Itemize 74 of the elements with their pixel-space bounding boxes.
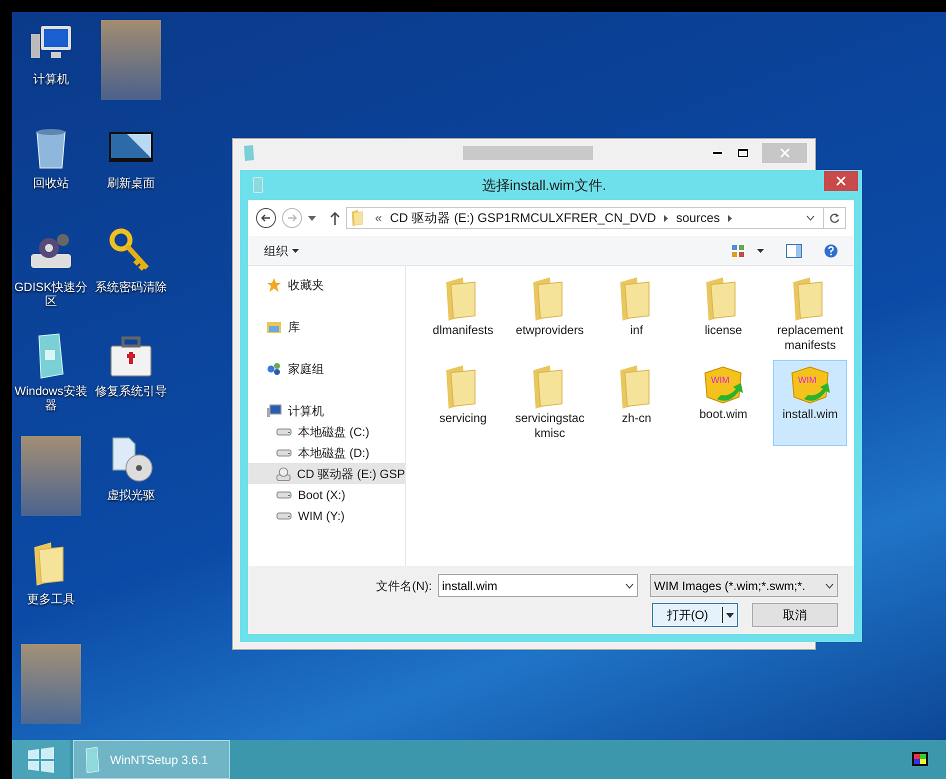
color-palette-icon[interactable]: [912, 752, 928, 768]
help-icon[interactable]: [824, 244, 838, 258]
preview-pane-icon[interactable]: [786, 244, 802, 258]
nav-item[interactable]: 本地磁盘 (D:): [248, 442, 405, 463]
file-item[interactable]: servicing: [426, 360, 500, 446]
file-item[interactable]: replacementmanifests: [773, 272, 848, 358]
close-button[interactable]: [824, 171, 858, 191]
drive-icon: [276, 448, 292, 456]
caret-icon[interactable]: [726, 612, 734, 618]
file-item[interactable]: servicingstackmisc: [512, 360, 587, 446]
drive-icon: [276, 512, 292, 520]
nav-item[interactable]: 收藏夹: [248, 274, 405, 295]
breadcrumb-arrow-icon[interactable]: [728, 214, 732, 222]
caret-icon[interactable]: [757, 248, 764, 252]
chevron-down-icon: [625, 582, 634, 588]
close-icon: [780, 148, 790, 158]
cancel-button[interactable]: 取消: [752, 603, 838, 627]
breadcrumb-arrow-icon[interactable]: [664, 214, 668, 222]
desktop-shortcut[interactable]: GDISK快速分区: [12, 228, 90, 308]
start-button[interactable]: [12, 740, 70, 779]
star-icon: [266, 276, 282, 292]
open-split-button[interactable]: 打开(O): [652, 603, 738, 627]
file-item[interactable]: license: [686, 272, 760, 358]
drive-icon: [276, 428, 292, 436]
breadcrumb-item[interactable]: sources: [676, 208, 720, 228]
maximize-icon: [738, 149, 748, 157]
homegroup-icon: [266, 360, 282, 376]
forward-arrow-icon: [287, 213, 297, 223]
breadcrumb-item[interactable]: CD 驱动器 (E:) GSP1RMCULXFRER_CN_DVD: [390, 208, 656, 228]
nav-item[interactable]: Boot (X:): [248, 484, 405, 505]
drive-icon: [276, 490, 292, 498]
view-grid-icon[interactable]: [731, 244, 745, 258]
desktop-shortcut[interactable]: 刷新桌面: [92, 124, 170, 190]
nav-item[interactable]: 家庭组: [248, 358, 405, 379]
nav-item[interactable]: 计算机: [248, 400, 405, 421]
file-item[interactable]: WIM install.wim: [773, 360, 848, 446]
desktop-shortcut[interactable]: 计算机: [12, 20, 90, 86]
desktop-shortcut[interactable]: 回收站: [12, 124, 90, 190]
organize-button[interactable]: 组织: [264, 242, 299, 260]
desktop-shortcut[interactable]: 系统密码清除: [92, 228, 170, 294]
desktop-shortcut[interactable]: 更多工具: [12, 540, 90, 606]
nav-item[interactable]: 本地磁盘 (C:): [248, 421, 405, 442]
close-icon: [836, 176, 846, 186]
desktop-shortcut[interactable]: Windows安装器: [12, 332, 90, 412]
file-item[interactable]: WIM boot.wim: [686, 360, 760, 446]
file-item[interactable]: zh-cn: [600, 360, 674, 446]
address-bar[interactable]: « CD 驱动器 (E:) GSP1RMCULXFRER_CN_DVD sources: [346, 207, 846, 229]
file-item[interactable]: inf: [600, 272, 674, 358]
computer-icon: [266, 402, 282, 418]
back-button[interactable]: [256, 208, 276, 228]
window-title: 选择install.wim文件.: [480, 176, 608, 194]
back-arrow-icon: [261, 213, 271, 223]
desktop-shortcut[interactable]: 修复系统引导: [92, 332, 170, 398]
caret-icon: [292, 248, 299, 252]
app-icon: [84, 746, 100, 772]
up-arrow-icon[interactable]: [330, 212, 340, 224]
refresh-icon: [829, 212, 840, 224]
filename-label: 文件名(N):: [376, 578, 432, 594]
app-icon: [252, 177, 264, 193]
nav-item[interactable]: CD 驱动器 (E:) GSP: [248, 463, 405, 484]
caret-icon[interactable]: [308, 216, 316, 220]
file-type-dropdown[interactable]: WIM Images (*.wim;*.swm;*.: [650, 574, 838, 597]
minimize-icon: [712, 152, 722, 154]
file-item[interactable]: dlmanifests: [426, 272, 500, 358]
chevron-down-icon[interactable]: [806, 215, 815, 221]
chevron-down-icon: [825, 582, 834, 588]
windows-logo-icon: [28, 746, 54, 772]
nav-item[interactable]: WIM (Y:): [248, 505, 405, 526]
nav-item[interactable]: 库: [248, 316, 405, 337]
file-item[interactable]: etwproviders: [512, 272, 587, 358]
desktop-shortcut[interactable]: 虚拟光驱: [92, 436, 170, 502]
app-icon: [243, 145, 255, 161]
filename-field[interactable]: install.wim: [438, 574, 638, 597]
overflow-chevron[interactable]: «: [375, 208, 382, 228]
